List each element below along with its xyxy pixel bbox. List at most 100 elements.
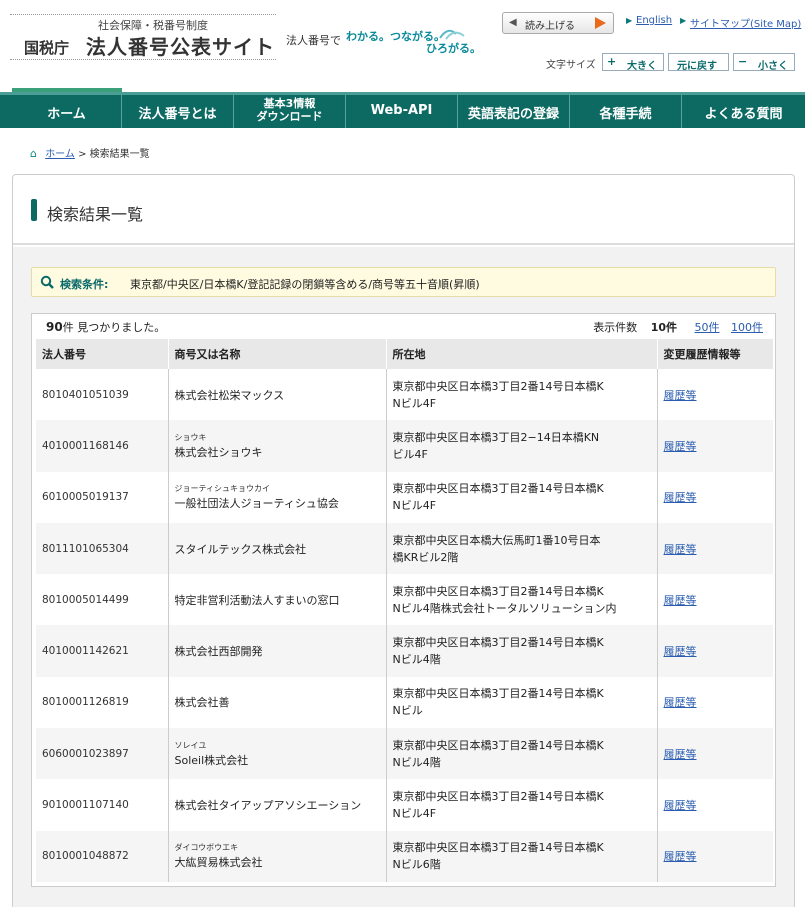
table-row: 8010001126819 株式会社善 東京都中央区日本橋3丁目2番14号日本橋K N…: [36, 676, 773, 729]
history-link[interactable]: 履歴等: [664, 850, 697, 863]
address-line-1: 東京都中央区日本橋大伝馬町1番10号日本: [392, 533, 601, 547]
results-table: 法人番号 商号又は名称 所在地 変更履歴情報等 8010401051039 株式会…: [36, 339, 773, 882]
search-conditions: 検索条件: 東京都/中央区/日本橋K/登記記録の閉鎖等含める/商号等五十音順(昇…: [31, 267, 776, 297]
corporate-name: 一般社団法人ジョーティシュ協会: [174, 497, 339, 511]
history-link[interactable]: 履歴等: [664, 594, 697, 607]
font-reset-button[interactable]: 元に戻す: [668, 53, 729, 72]
history-link[interactable]: 履歴等: [664, 748, 697, 761]
table-row: 8010005014499 特定非営利活動法人すまいの窓口 東京都中央区日本橋3丁目…: [36, 574, 773, 626]
home-icon: ⌂: [30, 147, 37, 160]
address-line-2: Nビル4階: [392, 755, 441, 769]
history-cell: 履歴等: [657, 574, 773, 625]
corporate-name: 特定非営利活動法人すまいの窓口: [174, 593, 340, 607]
chevron-right-icon: ▶: [626, 16, 633, 25]
column-header-address: 所在地: [386, 339, 658, 369]
history-cell: 履歴等: [657, 779, 773, 830]
nav-webapi[interactable]: Web-API: [346, 95, 458, 128]
read-aloud-label: 読み上げる: [525, 21, 575, 32]
address-line-1: 東京都中央区日本橋3丁目2番14号日本橋K: [392, 790, 604, 804]
address-cell: 東京都中央区日本橋3丁目2−14日本橋KN ビル4F: [386, 420, 658, 472]
breadcrumb-home-link[interactable]: ホーム: [45, 149, 75, 160]
nav-download[interactable]: 基本3情報 ダウンロード: [234, 95, 346, 128]
address-line-2: Nビル4F: [392, 396, 437, 410]
logo-site-name: 法人番号公表サイト: [86, 35, 275, 59]
corporate-name-cell: 株式会社タイアップアソシエーション: [168, 779, 387, 831]
site-logo[interactable]: 社会保障・税番号制度 国税庁 法人番号公表サイト: [10, 14, 276, 60]
read-aloud-button[interactable]: ◀ 読み上げる: [502, 12, 614, 34]
minus-icon: −: [738, 55, 748, 68]
history-link[interactable]: 履歴等: [664, 440, 697, 453]
history-cell: 履歴等: [657, 625, 773, 677]
play-icon: [595, 17, 606, 29]
table-row: 4010001168146 ショウキ 株式会社ショウキ 東京都中央区日本橋3丁目2−1…: [36, 420, 773, 472]
history-link[interactable]: 履歴等: [664, 645, 697, 658]
results-panel: 検索結果一覧 検索条件: 東京都/中央区/日本橋K/登記記録の閉鎖等含める/商号…: [12, 174, 795, 907]
history-link[interactable]: 履歴等: [664, 799, 697, 812]
chevron-right-icon: ▶: [680, 16, 687, 25]
address-line-1: 東京都中央区日本橋3丁目2番14号日本橋K: [392, 738, 604, 752]
address-cell: 東京都中央区日本橋3丁目2番14号日本橋K Nビル6階: [386, 830, 658, 882]
plus-icon: +: [607, 55, 617, 68]
font-size-label: 文字サイズ: [546, 60, 596, 71]
corporate-name-cell: 株式会社松栄マックス: [168, 369, 387, 421]
history-cell: 履歴等: [657, 522, 773, 575]
per-page-50-link[interactable]: 50件: [695, 321, 720, 334]
english-link[interactable]: English: [636, 15, 672, 26]
table-header-row: 法人番号 商号又は名称 所在地 変更履歴情報等: [36, 339, 773, 369]
address-line-1: 東京都中央区日本橋3丁目2番14号日本橋K: [392, 379, 604, 393]
nav-about[interactable]: 法人番号とは: [122, 95, 234, 128]
results-table-container: 90件 見つかりました。 表示件数 10件 50件 100件 法人番号 商号又は…: [31, 313, 776, 887]
address-cell: 東京都中央区日本橋3丁目2番14号日本橋K Nビル4階: [386, 625, 658, 677]
global-nav: ホーム 法人番号とは 基本3情報 ダウンロード Web-API 英語表記の登録 各…: [0, 92, 805, 128]
per-page-current: 10件: [650, 321, 677, 334]
font-smaller-button[interactable]: − 小さく: [733, 53, 795, 72]
corporate-number: 8010005014499: [36, 574, 169, 626]
corporate-number: 4010001142621: [36, 625, 169, 677]
wave-icon: [439, 29, 465, 40]
corporate-number: 8010401051039: [36, 369, 169, 421]
history-link[interactable]: 履歴等: [664, 543, 697, 556]
corporate-number: 8010001126819: [36, 676, 169, 729]
history-cell: 履歴等: [657, 369, 773, 420]
corporate-name: スタイルテックス株式会社: [174, 542, 307, 556]
history-link[interactable]: 履歴等: [664, 389, 697, 402]
address-line-2: Nビル4F: [392, 807, 437, 821]
address-cell: 東京都中央区日本橋3丁目2番14号日本橋K Nビル4F: [386, 369, 658, 421]
search-icon: [40, 275, 54, 289]
history-link[interactable]: 履歴等: [664, 696, 697, 709]
corporate-name: 株式会社ショウキ: [174, 445, 263, 459]
corporate-name: 株式会社松栄マックス: [174, 388, 285, 402]
font-larger-button[interactable]: + 大きく: [602, 53, 664, 72]
table-row: 6010005019137 ジョーティシュキョウカイ 一般社団法人ジョーティシュ協会…: [36, 471, 773, 523]
address-cell: 東京都中央区日本橋3丁目2番14号日本橋K Nビル: [386, 676, 658, 729]
corporate-number: 6010005019137: [36, 471, 169, 523]
corporate-name-cell: ダイコウボウエキ 大紘貿易株式会社: [168, 830, 387, 882]
nav-home[interactable]: ホーム: [12, 95, 122, 128]
per-page-100-link[interactable]: 100件: [731, 321, 763, 334]
sitemap-link[interactable]: サイトマップ(Site Map): [690, 15, 801, 30]
corporate-name-cell: ショウキ 株式会社ショウキ: [168, 420, 387, 472]
nav-english-registration[interactable]: 英語表記の登録: [458, 95, 570, 128]
logo-agency: 国税庁: [24, 39, 70, 57]
corporate-name-cell: 特定非営利活動法人すまいの窓口: [168, 574, 387, 626]
address-cell: 東京都中央区日本橋3丁目2番14号日本橋K Nビル4F: [386, 779, 658, 831]
nav-faq[interactable]: よくある質問: [682, 95, 805, 128]
result-count-number: 90: [46, 320, 63, 334]
corporate-name: 大紘貿易株式会社: [174, 856, 263, 870]
address-line-1: 東京都中央区日本橋3丁目2番14号日本橋K: [392, 636, 604, 650]
address-line-1: 東京都中央区日本橋3丁目2番14号日本橋K: [392, 841, 604, 855]
panel-header: 検索結果一覧: [13, 175, 794, 245]
page-title: 検索結果一覧: [47, 205, 144, 224]
address-line-1: 東京都中央区日本橋3丁目2番14号日本橋K: [392, 584, 604, 598]
corporate-number: 6060001023897: [36, 728, 169, 780]
table-row: 8010401051039 株式会社松栄マックス 東京都中央区日本橋3丁目2番14号…: [36, 369, 773, 421]
corporate-name-kana: ソレイユ: [174, 740, 207, 750]
column-header-history: 変更履歴情報等: [657, 339, 773, 369]
nav-procedures[interactable]: 各種手続: [570, 95, 682, 128]
corporate-name: 株式会社西部開発: [174, 645, 263, 659]
history-link[interactable]: 履歴等: [664, 491, 697, 504]
speaker-icon: ◀: [509, 17, 517, 28]
tagline-words-2: ひろがる。: [426, 42, 481, 55]
address-line-1: 東京都中央区日本橋3丁目2−14日本橋KN: [392, 430, 600, 444]
search-conditions-value: 東京都/中央区/日本橋K/登記記録の閉鎖等含める/商号等五十音順(昇順): [130, 278, 480, 291]
